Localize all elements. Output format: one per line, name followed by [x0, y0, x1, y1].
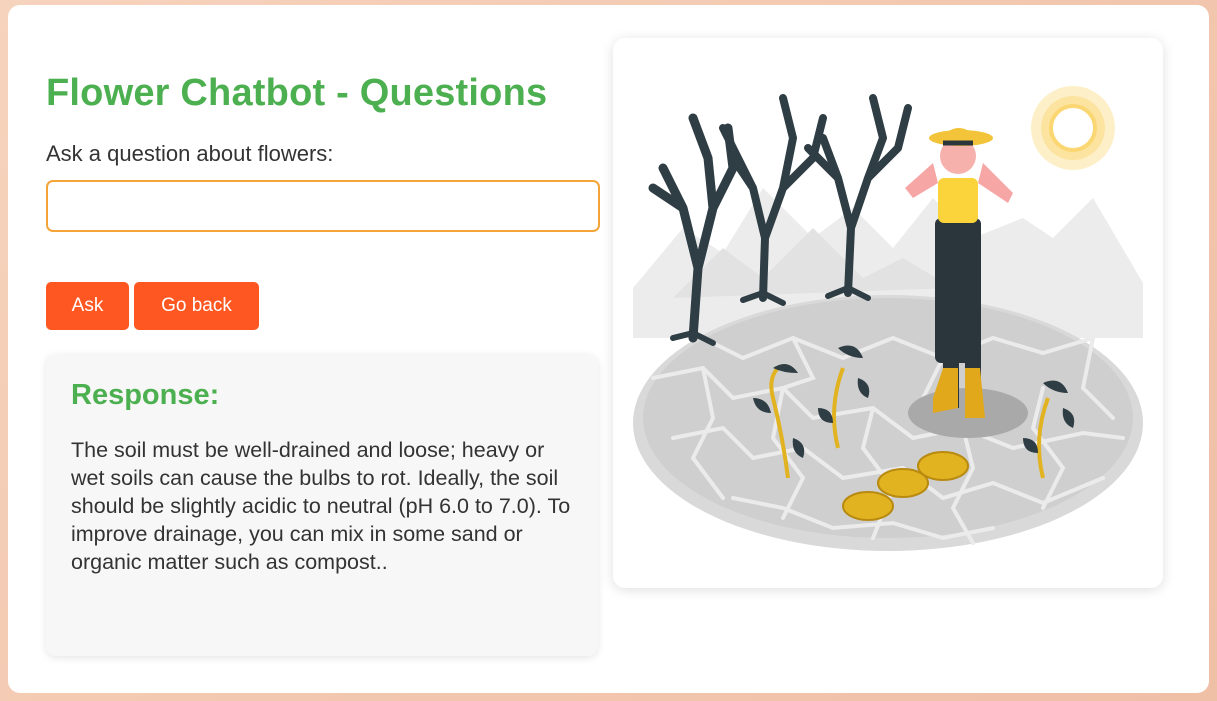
question-label: Ask a question about flowers:	[46, 141, 334, 166]
ask-button[interactable]: Ask	[46, 282, 129, 330]
button-row: Ask Go back	[46, 282, 600, 330]
dry-soil-illustration	[613, 38, 1163, 588]
response-box: Response: The soil must be well-drained …	[46, 354, 598, 656]
response-heading: Response:	[71, 379, 220, 411]
question-panel: Flower Chatbot - Questions Ask a questio…	[46, 71, 600, 656]
question-input[interactable]	[46, 180, 600, 232]
response-text: The soil must be well-drained and loose;…	[71, 438, 571, 574]
page-title: Flower Chatbot - Questions	[46, 72, 548, 114]
go-back-button[interactable]: Go back	[134, 282, 259, 330]
dry-soil-farmer-illustration	[633, 86, 1143, 551]
